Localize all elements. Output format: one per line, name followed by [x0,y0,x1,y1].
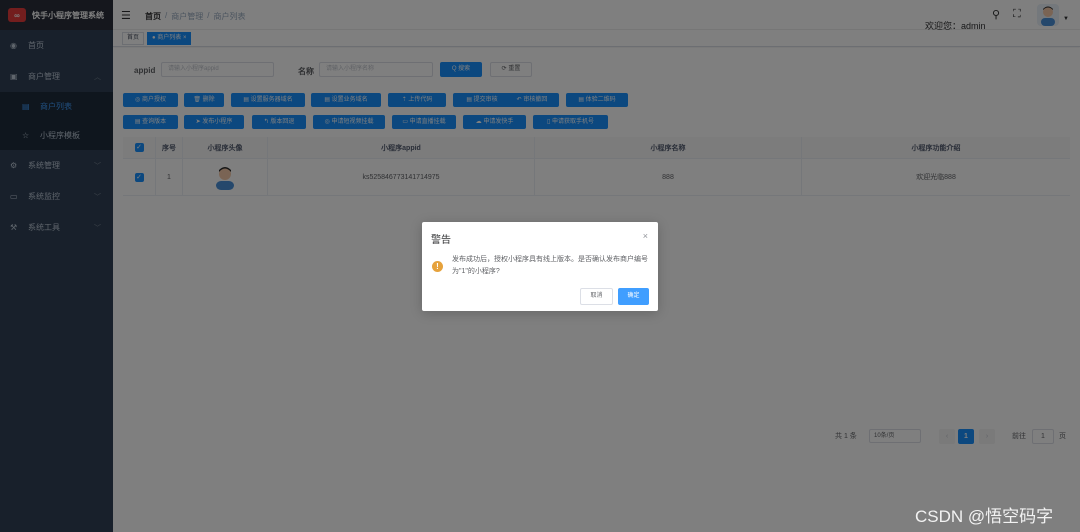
warning-icon: ! [432,261,443,272]
cancel-button[interactable]: 取消 [580,288,613,305]
watermark: CSDN @悟空码字 [915,507,1054,526]
dialog-message: 发布成功后，授权小程序具有线上版本。是否确认发布商户编号为"1"的小程序? [452,256,648,275]
warning-dialog: 警告 × ! 发布成功后，授权小程序具有线上版本。是否确认发布商户编号为"1"的… [422,222,658,311]
confirm-button[interactable]: 确定 [618,288,649,305]
dialog-title: 警告 [431,235,451,246]
close-icon[interactable]: × [643,231,648,241]
